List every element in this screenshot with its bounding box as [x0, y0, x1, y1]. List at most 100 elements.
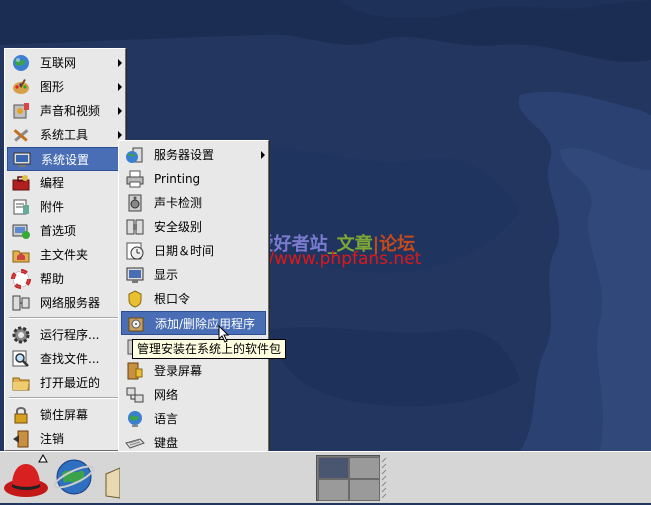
- menu-item-label: 图形: [40, 80, 65, 94]
- submenu-item-date-time[interactable]: 日期＆时间: [121, 239, 266, 263]
- menu-item-lock-screen[interactable]: 锁住屏幕: [7, 403, 123, 427]
- menu-item-preferences[interactable]: 首选项: [7, 219, 123, 243]
- mouse-cursor-icon: [218, 325, 230, 343]
- main-menu: 互联网 图形 声音和视频 系统工具 系统设置 编程 附件 首选项 主文件夹 帮助…: [4, 48, 126, 451]
- submenu-item-label: 日期＆时间: [154, 244, 215, 258]
- menu-item-label: 附件: [40, 200, 65, 214]
- submenu-item-label: 安全级别: [154, 220, 203, 234]
- menu-separator: [9, 397, 119, 399]
- menu-item-open-recent[interactable]: 打开最近的: [7, 371, 123, 395]
- tooltip: 管理安装在系统上的软件包: [132, 339, 287, 359]
- workspace-4[interactable]: [349, 479, 380, 501]
- submenu-item-label: 键盘: [154, 436, 179, 450]
- keyboard-icon: [125, 438, 145, 449]
- menu-item-network-servers[interactable]: 网络服务器: [7, 291, 123, 315]
- menu-item-label: 注销: [40, 432, 65, 446]
- submenu-item-printing[interactable]: Printing: [121, 167, 266, 191]
- preferences-icon: [12, 224, 30, 239]
- submenu-item-label: 根口令: [154, 292, 191, 306]
- system-settings-submenu: 服务器设置 Printing 声卡检测 安全级别 日期＆时间 显示 根口令 添加…: [118, 140, 269, 502]
- submenu-item-root-password[interactable]: 根口令: [121, 287, 266, 311]
- login-screen-icon: [127, 362, 143, 380]
- toolbox-icon: [12, 175, 30, 191]
- lifebuoy-icon: [11, 269, 31, 289]
- menu-item-label: 查找文件...: [40, 352, 100, 366]
- security-icon: [126, 219, 144, 235]
- menu-item-help[interactable]: 帮助: [7, 267, 123, 291]
- menu-item-internet[interactable]: 互联网: [7, 51, 123, 75]
- home-folder-icon: [12, 250, 30, 263]
- menu-item-run-program[interactable]: 运行程序...: [7, 323, 123, 347]
- root-password-icon: [128, 290, 142, 308]
- network-icon: [126, 387, 144, 403]
- submenu-arrow-icon: [118, 107, 122, 115]
- submenu-item-soundcard[interactable]: 声卡检测: [121, 191, 266, 215]
- logout-icon: [13, 430, 29, 448]
- submenu-item-network[interactable]: 网络: [121, 383, 266, 407]
- menu-item-sound-video[interactable]: 声音和视频: [7, 99, 123, 123]
- submenu-item-server-settings[interactable]: 服务器设置: [121, 143, 266, 167]
- network-servers-icon: [12, 295, 30, 311]
- language-globe-icon: [128, 411, 142, 427]
- menu-item-label: 网络服务器: [40, 296, 101, 310]
- clock-icon: [126, 242, 144, 260]
- launcher-button-partial[interactable]: [100, 464, 121, 502]
- search-icon: [12, 350, 29, 367]
- submenu-item-label: 语言: [154, 412, 179, 426]
- add-remove-apps-icon: [128, 317, 144, 332]
- menu-item-programming[interactable]: 编程: [7, 171, 123, 195]
- workspace-2[interactable]: [349, 457, 380, 479]
- server-settings-icon: [126, 147, 143, 163]
- submenu-item-language[interactable]: 语言: [121, 407, 266, 431]
- submenu-item-label: 网络: [154, 388, 179, 402]
- submenu-arrow-icon: [118, 131, 122, 139]
- menu-item-label: 系统设置: [41, 153, 90, 167]
- panel-drag-handle-icon[interactable]: [381, 458, 387, 498]
- web-browser-icon: [53, 459, 95, 495]
- workspace-1[interactable]: [318, 457, 349, 479]
- submenu-arrow-icon: [261, 151, 265, 159]
- bottom-panel: [0, 451, 651, 503]
- menu-item-search-files[interactable]: 查找文件...: [7, 347, 123, 371]
- printer-icon: [126, 170, 144, 188]
- menu-item-label: 首选项: [40, 224, 77, 238]
- menu-item-label: 系统工具: [40, 128, 89, 142]
- run-gear-icon: [12, 326, 30, 344]
- menu-separator: [9, 317, 119, 319]
- menu-item-label: 运行程序...: [40, 328, 100, 342]
- menu-item-system-tools[interactable]: 系统工具: [7, 123, 123, 147]
- menu-item-label: 互联网: [40, 56, 77, 70]
- submenu-arrow-icon: [118, 83, 122, 91]
- menu-item-label: 声音和视频: [40, 104, 101, 118]
- submenu-item-label: 声卡检测: [154, 196, 203, 210]
- submenu-arrow-icon: [118, 59, 122, 67]
- submenu-item-label: 服务器设置: [154, 148, 215, 162]
- menu-item-label: 编程: [40, 176, 65, 190]
- menu-item-label: 帮助: [40, 272, 65, 286]
- recent-folder-icon: [12, 377, 30, 391]
- workspace-3[interactable]: [318, 479, 349, 501]
- menu-item-logout[interactable]: 注销: [7, 427, 123, 451]
- soundcard-icon: [128, 194, 142, 212]
- menu-up-arrow-icon: [38, 454, 48, 463]
- submenu-item-add-remove-apps[interactable]: 添加/删除应用程序: [121, 311, 266, 335]
- submenu-item-security-level[interactable]: 安全级别: [121, 215, 266, 239]
- display-icon: [126, 267, 144, 283]
- submenu-item-display[interactable]: 显示: [121, 263, 266, 287]
- menu-item-system-settings[interactable]: 系统设置: [7, 147, 123, 171]
- globe-icon: [13, 55, 29, 71]
- menu-item-home-folder[interactable]: 主文件夹: [7, 243, 123, 267]
- monitor-settings-icon: [13, 152, 31, 167]
- workspace-switcher[interactable]: [316, 455, 380, 501]
- menu-item-graphics[interactable]: 图形: [7, 75, 123, 99]
- menu-item-label: 打开最近的: [40, 376, 101, 390]
- menu-item-accessories[interactable]: 附件: [7, 195, 123, 219]
- paint-palette-icon: [13, 79, 29, 94]
- lock-icon: [14, 407, 28, 424]
- mail-icon: [105, 467, 121, 499]
- browser-launcher-button[interactable]: [52, 455, 98, 501]
- accessories-icon: [13, 199, 29, 215]
- tools-icon: [13, 129, 29, 142]
- submenu-item-login-screen[interactable]: 登录屏幕: [121, 359, 266, 383]
- submenu-item-label: 登录屏幕: [154, 364, 203, 378]
